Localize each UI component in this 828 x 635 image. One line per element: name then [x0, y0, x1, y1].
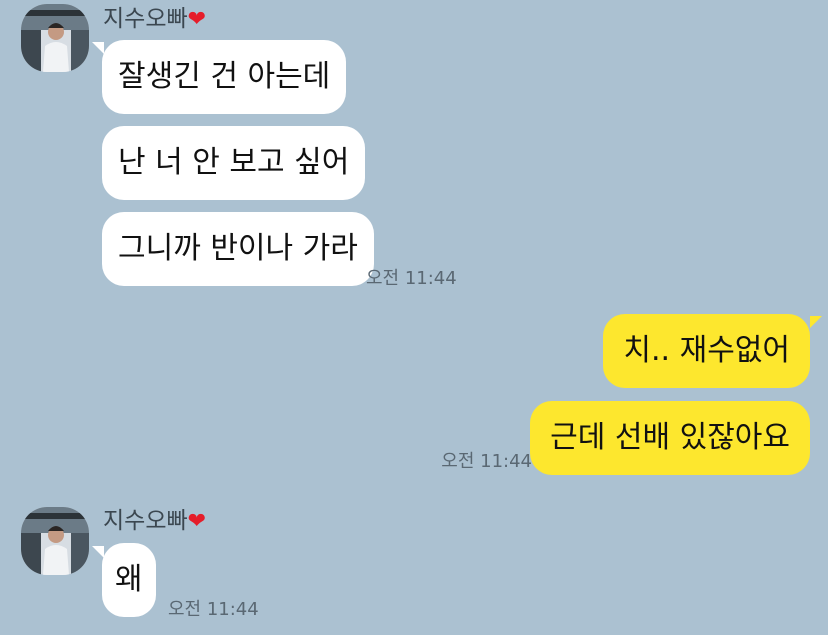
message-timestamp: 오전 11:44: [441, 451, 532, 472]
sender-name: 지수오빠❤: [103, 506, 206, 537]
contact-photo-icon: [21, 4, 89, 72]
outgoing-message[interactable]: 치.. 재수없어: [603, 314, 810, 388]
contact-avatar[interactable]: [21, 4, 89, 72]
sender-name-text: 지수오빠: [103, 6, 188, 32]
outgoing-message[interactable]: 근데 선배 있잖아요: [530, 401, 810, 475]
message-timestamp: 오전 11:44: [366, 268, 457, 289]
bubble-tail: [810, 316, 822, 328]
bubble-tail: [92, 546, 104, 558]
incoming-message[interactable]: 난 너 안 보고 싶어: [102, 126, 366, 200]
incoming-message[interactable]: 그니까 반이나 가라: [102, 212, 374, 286]
heart-icon: ❤: [187, 509, 207, 534]
contact-photo-icon: [21, 507, 89, 575]
sender-name-text: 지수오빠: [103, 508, 188, 534]
incoming-message[interactable]: 왜: [102, 543, 156, 617]
incoming-message[interactable]: 잘생긴 건 아는데: [102, 40, 347, 114]
contact-avatar[interactable]: [21, 507, 89, 575]
bubble-tail: [92, 42, 104, 54]
message-timestamp: 오전 11:44: [168, 599, 259, 620]
heart-icon: ❤: [187, 7, 207, 32]
sender-name: 지수오빠❤: [103, 4, 206, 35]
